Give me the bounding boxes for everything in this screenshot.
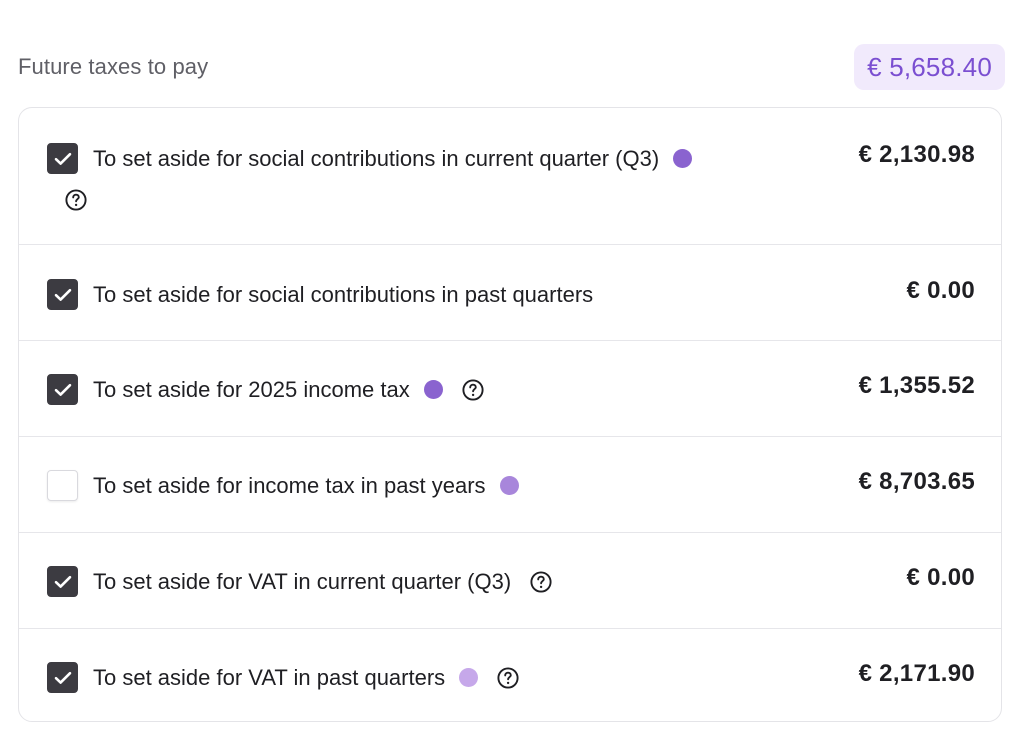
total-amount-badge: € 5,658.40 [854,44,1005,90]
item-label: To set aside for social contributions in… [93,145,660,171]
item-amount: € 0.00 [906,564,975,591]
list-item: To set aside for VAT in past quarters € … [19,629,1001,721]
item-label: To set aside for VAT in past quarters [93,664,446,690]
checkmark-icon [54,575,71,588]
question-circle-icon[interactable] [64,188,88,212]
checkmark-icon [54,288,71,301]
checkmark-icon [54,671,71,684]
section-header: Future taxes to pay € 5,658.40 [18,44,1005,90]
future-taxes-panel: Future taxes to pay € 5,658.40 To set as… [0,0,1024,754]
item-amount: € 0.00 [906,277,975,304]
category-dot-icon [673,149,693,168]
item-amount: € 2,171.90 [858,660,975,687]
list-item: To set aside for social contributions in… [19,108,1001,245]
item-label: To set aside for 2025 income tax [93,376,410,402]
list-item: To set aside for social contributions in… [19,245,1001,341]
question-circle-icon[interactable] [461,378,485,402]
section-title: Future taxes to pay [18,54,209,79]
category-dot-icon [499,476,519,495]
category-dot-icon [459,668,479,687]
row-checkbox[interactable] [47,566,78,597]
category-dot-icon [423,380,443,399]
checkmark-icon [54,152,71,165]
row-checkbox[interactable] [47,374,78,405]
question-circle-icon[interactable] [496,666,520,690]
item-amount: € 2,130.98 [858,141,975,168]
row-checkbox[interactable] [47,279,78,310]
item-amount: € 8,703.65 [858,468,975,495]
item-label: To set aside for social contributions in… [93,281,594,307]
item-label: To set aside for income tax in past year… [93,472,486,498]
row-checkbox[interactable] [47,470,78,501]
row-checkbox[interactable] [47,662,78,693]
list-item: To set aside for VAT in current quarter … [19,533,1001,629]
question-circle-icon[interactable] [529,570,553,594]
checkmark-icon [54,383,71,396]
item-amount: € 1,355.52 [858,372,975,399]
item-label: To set aside for VAT in current quarter … [93,568,512,594]
row-checkbox[interactable] [47,143,78,174]
tax-items-list: To set aside for social contributions in… [18,107,1002,722]
list-item: To set aside for income tax in past year… [19,437,1001,533]
list-item: To set aside for 2025 income tax € 1,355… [19,341,1001,437]
